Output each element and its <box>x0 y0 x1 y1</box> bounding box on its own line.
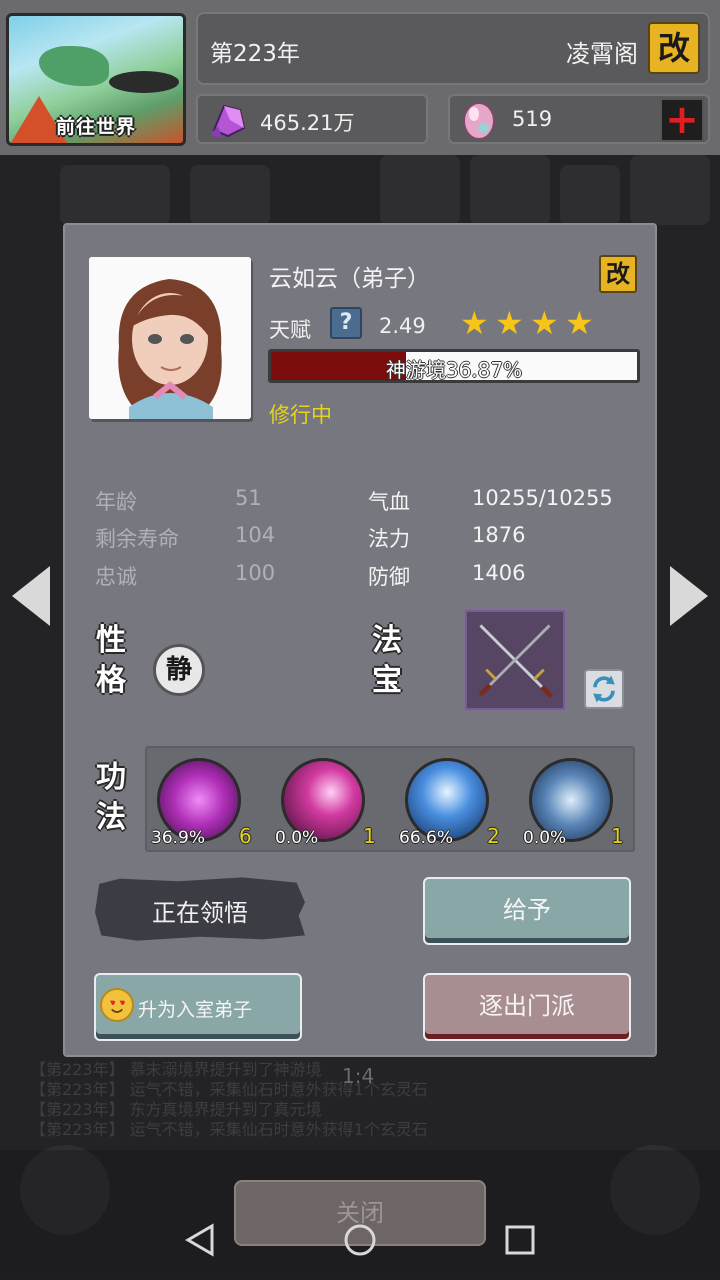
lifespan-label: 剩余寿命 <box>95 527 179 551</box>
star-icon: ★ <box>565 304 594 342</box>
refresh-icon <box>593 675 615 703</box>
personality-title: 性 格 <box>91 621 131 701</box>
defense-label: 防御 <box>368 565 410 589</box>
skill-slot[interactable]: 36.9% 6 <box>151 756 252 848</box>
realm-progress-text: 神游境36.87% <box>385 358 523 382</box>
skill-progress: 0.0% <box>275 828 319 848</box>
skills-title-char: 法 <box>96 800 126 835</box>
spirit-stone-value: 465.21万 <box>260 111 355 135</box>
skill-progress: 0.0% <box>523 828 567 848</box>
log-line: 【第223年】 东方真境界提升到了真元境 <box>30 1100 322 1119</box>
bg-building <box>60 165 170 225</box>
home-nav-icon[interactable] <box>342 1222 378 1258</box>
world-map-image <box>109 71 179 93</box>
crossed-swords-icon <box>478 624 554 699</box>
go-to-world-button[interactable]: 前往世界 <box>6 13 186 146</box>
disciple-detail-dialog: 云如云（弟子） 改 天赋 ? 2.49 ★ ★ ★ ★ 神游境36.87% 修行… <box>63 223 657 1057</box>
star-icon: ★ <box>495 304 524 342</box>
add-gems-button[interactable]: + <box>660 98 704 142</box>
heart-eyes-emoji-icon <box>100 988 134 1022</box>
skill-slot[interactable]: 0.0% 1 <box>275 756 376 848</box>
skills-panel: 36.9% 6 0.0% 1 66.6% 2 0.0% 1 <box>145 746 635 852</box>
spirit-stone-counter: 465.21万 <box>196 94 428 144</box>
skill-slot[interactable]: 0.0% 1 <box>523 756 624 848</box>
treasure-title-char: 法 <box>372 623 402 658</box>
jade-egg-icon <box>463 102 495 140</box>
skill-progress: 36.9% <box>151 828 206 848</box>
log-line: 【第223年】 运气不错，采集仙石时意外获得1个玄灵石 <box>30 1120 428 1139</box>
back-nav-icon[interactable] <box>182 1222 218 1258</box>
refresh-treasure-button[interactable] <box>584 669 624 709</box>
disciple-portrait <box>89 257 251 419</box>
star-icon: ★ <box>460 304 489 342</box>
skill-level: 2 <box>487 824 500 848</box>
crystal-icon <box>210 104 246 138</box>
bg-character <box>630 155 710 225</box>
lifespan-value: 104 <box>235 523 276 547</box>
gem-counter: 519 + <box>448 94 710 144</box>
personality-title-char: 性 <box>96 623 126 658</box>
hp-value: 10255/10255 <box>472 486 613 510</box>
talent-stars: ★ ★ ★ ★ <box>460 307 597 339</box>
bg-character <box>380 155 460 225</box>
give-button[interactable]: 给予 <box>423 877 631 945</box>
skills-title-char: 功 <box>96 760 126 795</box>
sect-name: 凌霄阁 <box>566 40 638 68</box>
bg-building <box>560 165 620 225</box>
skill-progress: 66.6% <box>399 828 454 848</box>
hp-label: 气血 <box>368 490 410 514</box>
top-bar: 前往世界 第223年 凌霄阁 改 465.21万 519 + <box>0 0 720 155</box>
go-to-world-label: 前往世界 <box>55 116 136 138</box>
current-year: 第223年 <box>210 41 300 67</box>
world-map-image <box>39 46 109 86</box>
age-value: 51 <box>235 486 262 510</box>
skills-title: 功 法 <box>91 758 131 838</box>
talent-value: 2.49 <box>379 314 426 338</box>
disciple-name: 云如云（弟子） <box>269 266 430 292</box>
star-icon: ★ <box>530 304 559 342</box>
bg-building <box>190 165 270 225</box>
portrait-image <box>89 257 251 419</box>
promote-label: 升为入室弟子 <box>138 999 253 1021</box>
bg-character <box>470 155 550 225</box>
speed-ratio: 1:4 <box>342 1064 375 1088</box>
mana-label: 法力 <box>368 527 410 551</box>
skill-slot[interactable]: 66.6% 2 <box>399 756 500 848</box>
gem-value: 519 <box>512 107 553 131</box>
skill-level: 1 <box>363 824 376 848</box>
defense-value: 1406 <box>472 561 526 585</box>
talent-label: 天赋 <box>269 318 311 342</box>
treasure-slot[interactable] <box>465 610 565 710</box>
comprehending-label: 正在领悟 <box>152 899 248 927</box>
skill-level: 6 <box>239 824 252 848</box>
promote-disciple-button[interactable]: 升为入室弟子 <box>94 973 302 1041</box>
rename-sect-button[interactable]: 改 <box>648 22 700 74</box>
mana-value: 1876 <box>472 523 526 547</box>
skill-level: 1 <box>611 824 624 848</box>
cultivation-status: 修行中 <box>269 403 332 427</box>
loyalty-value: 100 <box>235 561 276 585</box>
recents-nav-icon[interactable] <box>502 1222 538 1258</box>
year-panel: 第223年 凌霄阁 改 <box>196 12 710 85</box>
age-label: 年龄 <box>95 490 137 514</box>
treasure-title-char: 宝 <box>372 663 402 698</box>
loyalty-label: 忠诚 <box>95 565 137 589</box>
next-disciple-arrow[interactable] <box>670 566 708 626</box>
comprehending-button[interactable]: 正在领悟 <box>95 876 305 942</box>
personality-badge[interactable]: 静 <box>153 644 205 696</box>
talent-help-button[interactable]: ? <box>330 307 362 339</box>
realm-progress-bar: 神游境36.87% <box>268 349 640 383</box>
personality-title-char: 格 <box>96 663 126 698</box>
treasure-title: 法 宝 <box>367 621 407 701</box>
expel-button[interactable]: 逐出门派 <box>423 973 631 1041</box>
prev-disciple-arrow[interactable] <box>12 566 50 626</box>
rename-disciple-button[interactable]: 改 <box>599 255 637 293</box>
